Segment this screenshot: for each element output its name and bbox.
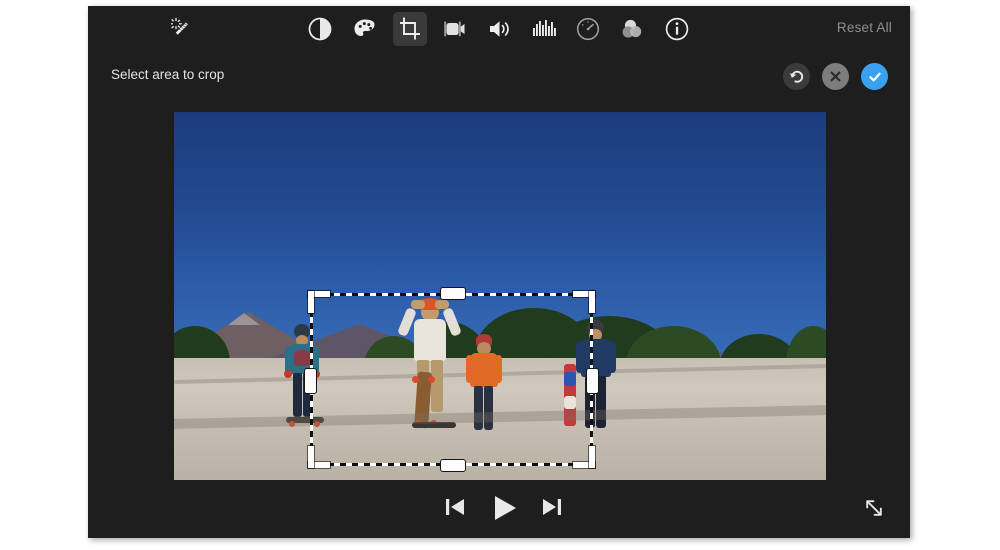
undo-button[interactable] — [783, 63, 810, 90]
volume-icon[interactable] — [483, 12, 517, 46]
fullscreen-button[interactable] — [860, 494, 888, 522]
crop-handle-top-left[interactable] — [308, 291, 330, 313]
crop-handle-bottom-right[interactable] — [573, 446, 595, 468]
crop-selection-rectangle[interactable] — [304, 287, 599, 472]
crop-handle-top-right[interactable] — [573, 291, 595, 313]
prev-button[interactable] — [441, 492, 469, 522]
stabilization-icon[interactable] — [438, 12, 472, 46]
crop-handle-bottom-center[interactable] — [439, 459, 466, 472]
adjustments-toolbar: Reset All — [88, 6, 910, 52]
auto-enhance-icon[interactable] — [166, 12, 200, 46]
play-button[interactable] — [488, 492, 522, 524]
color-balance-icon[interactable] — [303, 12, 337, 46]
info-icon[interactable] — [660, 12, 694, 46]
clip-filter-icon[interactable] — [616, 12, 650, 46]
next-button[interactable] — [538, 492, 566, 522]
cancel-button[interactable] — [822, 63, 849, 90]
confirm-button[interactable] — [861, 63, 888, 90]
crop-handle-bottom-left[interactable] — [308, 446, 330, 468]
speed-icon[interactable] — [571, 12, 605, 46]
video-preview[interactable] — [174, 112, 826, 480]
crop-handle-left-middle[interactable] — [304, 367, 317, 394]
reset-all-button[interactable]: Reset All — [837, 20, 892, 35]
crop-subbar: Select area to crop — [88, 52, 910, 102]
noise-reduction-icon[interactable] — [528, 12, 562, 46]
crop-handle-top-center[interactable] — [439, 287, 466, 300]
crop-handle-right-middle[interactable] — [586, 367, 599, 394]
crop-icon[interactable] — [393, 12, 427, 46]
app-window: Reset All Select area to crop — [88, 6, 910, 538]
color-correction-icon[interactable] — [348, 12, 382, 46]
playback-bar — [88, 480, 910, 538]
crop-instruction-label: Select area to crop — [111, 67, 225, 82]
